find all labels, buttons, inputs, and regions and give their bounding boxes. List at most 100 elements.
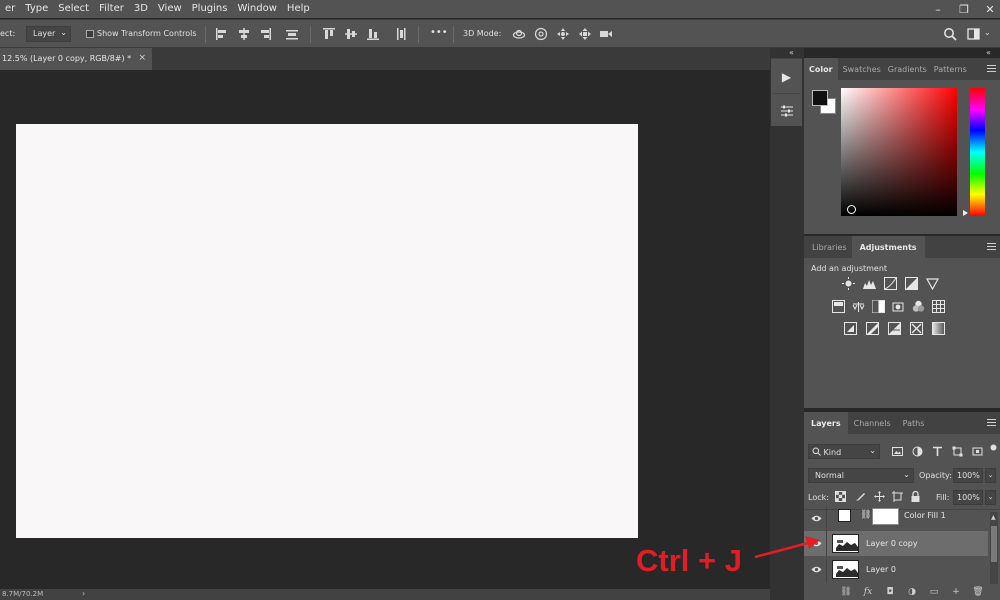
tab-patterns[interactable]: Patterns xyxy=(932,58,972,80)
tab-channels[interactable]: Channels xyxy=(848,412,896,434)
eye-icon[interactable] xyxy=(811,564,822,575)
collapse-panels-icon[interactable]: « xyxy=(986,48,991,57)
link-icon[interactable]: ⛓ xyxy=(860,510,871,520)
auto-select-dropdown[interactable]: Layer ⌄ xyxy=(26,26,71,42)
chevron-down-icon[interactable]: ⌄ xyxy=(984,28,991,37)
hue-saturation-icon[interactable] xyxy=(832,300,845,313)
play-icon[interactable]: ▶ xyxy=(771,61,802,93)
align-center-icon[interactable] xyxy=(237,27,251,41)
menu-help[interactable]: Help xyxy=(282,0,315,18)
search-icon[interactable] xyxy=(943,27,957,41)
opacity-field[interactable]: 100% xyxy=(953,468,983,483)
hue-slider[interactable] xyxy=(970,88,985,216)
workspace-icon[interactable] xyxy=(967,27,981,41)
tab-gradients[interactable]: Gradients xyxy=(886,58,932,80)
lock-all-icon[interactable] xyxy=(910,491,921,502)
layer-row-layer-0[interactable]: Layer 0 xyxy=(804,557,988,582)
close-window-button[interactable]: ✕ xyxy=(984,3,996,16)
lock-transparent-icon[interactable] xyxy=(835,491,846,502)
color-field[interactable] xyxy=(841,88,957,216)
filter-toggle-icon[interactable] xyxy=(988,442,999,453)
new-adjustment-icon[interactable]: ◑ xyxy=(906,587,918,597)
type-filter-icon[interactable] xyxy=(932,446,943,457)
gradient-map-icon[interactable] xyxy=(932,322,945,335)
threshold-icon[interactable] xyxy=(888,322,901,335)
layer-mask-thumbnail[interactable] xyxy=(872,508,899,525)
channel-mixer-icon[interactable] xyxy=(912,300,925,313)
eye-icon[interactable] xyxy=(811,513,822,524)
menu-3d[interactable]: 3D xyxy=(129,0,153,18)
status-chevron-icon[interactable]: › xyxy=(82,589,85,598)
tab-color[interactable]: Color xyxy=(804,58,838,80)
fill-layer-thumbnail[interactable] xyxy=(838,509,851,522)
canvas-workspace[interactable] xyxy=(0,70,770,589)
add-mask-icon[interactable]: ◘ xyxy=(884,587,896,597)
restore-button[interactable]: ❐ xyxy=(958,3,970,16)
menu-select[interactable]: Select xyxy=(53,0,94,18)
fill-field[interactable]: 100% xyxy=(953,490,983,505)
vibrance-icon[interactable] xyxy=(926,277,939,290)
link-layers-icon[interactable]: ⛓ xyxy=(840,587,852,597)
document-canvas[interactable] xyxy=(16,124,638,538)
brightness-contrast-icon[interactable] xyxy=(842,277,855,290)
more-options-button[interactable]: ••• xyxy=(430,27,448,38)
layer-thumbnail[interactable] xyxy=(832,534,859,553)
lock-position-icon[interactable] xyxy=(874,491,885,502)
3d-roll-icon[interactable] xyxy=(534,27,548,41)
layer-thumbnail[interactable] xyxy=(832,560,859,579)
layer-name[interactable]: Color Fill 1 xyxy=(904,511,946,520)
collapse-dock-icon[interactable]: « xyxy=(789,48,794,57)
menu-view[interactable]: View xyxy=(153,0,187,18)
3d-camera-icon[interactable] xyxy=(599,27,613,41)
eye-icon[interactable] xyxy=(811,538,822,549)
align-bottom-icon[interactable] xyxy=(366,27,380,41)
tab-paths[interactable]: Paths xyxy=(896,412,930,434)
align-right-icon[interactable] xyxy=(258,27,272,41)
levels-icon[interactable] xyxy=(863,277,876,290)
layers-scrollbar[interactable]: ▲ xyxy=(990,512,998,584)
panel-menu-icon[interactable] xyxy=(987,65,996,73)
layer-row-layer-0-copy[interactable]: Layer 0 copy xyxy=(804,531,988,556)
menu-filter[interactable]: Filter xyxy=(94,0,129,18)
3d-orbit-icon[interactable] xyxy=(512,27,526,41)
invert-icon[interactable] xyxy=(844,322,857,335)
align-middle-icon[interactable] xyxy=(344,27,358,41)
adjustment-filter-icon[interactable] xyxy=(912,446,923,457)
blend-mode-dropdown[interactable]: Normal ⌄ xyxy=(808,468,914,483)
align-left-icon[interactable] xyxy=(215,27,229,41)
tab-swatches[interactable]: Swatches xyxy=(838,58,886,80)
foreground-color-swatch[interactable] xyxy=(812,90,828,106)
color-lookup-icon[interactable] xyxy=(932,300,945,313)
3d-slide-icon[interactable] xyxy=(578,27,592,41)
menu-window[interactable]: Window xyxy=(232,0,281,18)
hue-slider-marker[interactable] xyxy=(963,210,968,216)
distribute-icon[interactable] xyxy=(285,27,299,41)
color-picker-handle[interactable] xyxy=(847,205,856,214)
layer-row-color-fill[interactable]: ⛓ Color Fill 1 xyxy=(804,506,988,531)
new-layer-icon[interactable]: + xyxy=(950,587,962,597)
tab-layers[interactable]: Layers xyxy=(804,412,848,434)
menu-plugins[interactable]: Plugins xyxy=(187,0,233,18)
menu-type[interactable]: Type xyxy=(20,0,53,18)
scroll-up-icon[interactable]: ▲ xyxy=(991,514,996,521)
distribute-vertical-icon[interactable] xyxy=(394,27,408,41)
new-group-icon[interactable]: ▭ xyxy=(928,587,940,597)
layer-name[interactable]: Layer 0 copy xyxy=(866,539,918,548)
black-white-icon[interactable] xyxy=(872,300,885,313)
exposure-icon[interactable] xyxy=(905,277,918,290)
panel-menu-icon[interactable] xyxy=(987,243,996,251)
shape-filter-icon[interactable] xyxy=(952,446,963,457)
smart-object-filter-icon[interactable] xyxy=(972,446,983,457)
minimize-button[interactable]: – xyxy=(932,3,944,16)
tab-adjustments[interactable]: Adjustments xyxy=(851,236,925,258)
color-balance-icon[interactable] xyxy=(852,300,865,313)
menu-layer[interactable]: er xyxy=(0,0,20,18)
layer-style-icon[interactable]: fx xyxy=(862,587,874,597)
document-tab[interactable]: 12.5% (Layer 0 copy, RGB/8#) * × xyxy=(0,48,152,70)
lock-pixels-icon[interactable] xyxy=(855,491,866,502)
layer-kind-filter[interactable]: Kind ⌄ xyxy=(808,444,880,459)
panel-menu-icon[interactable] xyxy=(987,419,996,427)
delete-layer-icon[interactable]: 🗑 xyxy=(972,587,984,597)
scrollbar-thumb[interactable] xyxy=(991,526,997,562)
selective-color-icon[interactable] xyxy=(910,322,923,335)
